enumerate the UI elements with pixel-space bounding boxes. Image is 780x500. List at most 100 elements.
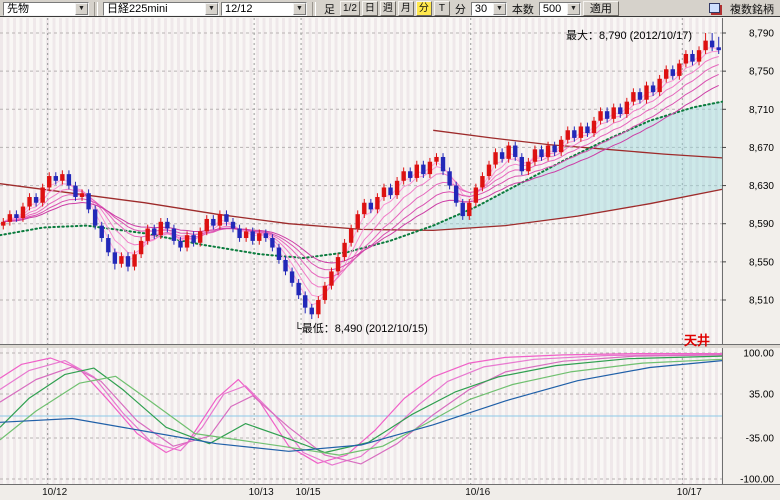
- x-axis-label: 10/12: [38, 487, 72, 498]
- candle-body: [533, 149, 537, 161]
- candle-body: [1, 222, 5, 226]
- candle-body: [559, 140, 563, 152]
- oscillator-chart[interactable]: 100.0035.00-35.00-100.00: [0, 348, 780, 484]
- candle-body: [690, 54, 694, 62]
- price-axis-label: 8,710: [749, 105, 774, 116]
- dropdown-arrow-icon[interactable]: ▼: [205, 3, 218, 15]
- spinner-arrow-icon[interactable]: ▼: [567, 3, 580, 15]
- symbol-select[interactable]: 日経225mini ▼: [103, 2, 219, 16]
- candle-body: [100, 226, 104, 238]
- candle-body: [428, 162, 432, 174]
- candle-body: [572, 130, 576, 138]
- candle-body: [126, 256, 130, 266]
- period-button-half[interactable]: 1/2: [340, 1, 360, 16]
- osc-series-rci-short-2: [0, 354, 722, 465]
- candle-body: [684, 54, 688, 64]
- price-axis-label: 8,590: [749, 219, 774, 230]
- candle-body: [375, 197, 379, 209]
- candle-body: [552, 146, 556, 153]
- chart-area: 10/1210/1310/1510/1610/17 8,7908,7508,71…: [0, 18, 780, 500]
- candle-body: [461, 203, 465, 216]
- candle-body: [592, 121, 596, 133]
- candle-body: [277, 248, 281, 260]
- candle-body: [86, 193, 90, 209]
- osc-axis-label: 100.00: [743, 349, 774, 360]
- candle-body: [113, 252, 117, 263]
- candle-body: [618, 107, 622, 114]
- candle-body: [651, 85, 655, 92]
- candle-body: [513, 146, 517, 157]
- candle-body: [671, 69, 675, 76]
- candle-body: [382, 187, 386, 197]
- candle-body: [165, 222, 169, 229]
- candle-body: [40, 187, 44, 202]
- candle-body: [421, 165, 425, 175]
- candle-body: [506, 146, 510, 159]
- period-button-tick[interactable]: T: [434, 1, 450, 16]
- candle-body: [316, 300, 320, 314]
- spinner-arrow-icon[interactable]: ▼: [493, 3, 506, 15]
- bar-count-label: 本数: [509, 1, 537, 17]
- session-high-annotation: 最大：8,790 (2012/10/17): [566, 27, 692, 43]
- candle-body: [585, 126, 589, 133]
- candle-body: [657, 79, 661, 92]
- candle-body: [244, 231, 248, 238]
- candle-body: [264, 233, 268, 238]
- candle-body: [526, 162, 530, 172]
- candle-body: [546, 146, 550, 157]
- interval-input[interactable]: 30 ▼: [471, 2, 507, 16]
- period-button-month[interactable]: 月: [398, 1, 414, 16]
- candle-body: [224, 214, 228, 222]
- candle-body: [191, 235, 195, 243]
- candle-body: [257, 233, 261, 241]
- bar-count-value: 500: [540, 3, 567, 15]
- dropdown-arrow-icon[interactable]: ▼: [75, 3, 88, 15]
- main-chart[interactable]: 8,7908,7508,7108,6708,6308,5908,5508,510: [0, 18, 780, 348]
- candle-body: [27, 197, 31, 207]
- dropdown-arrow-icon[interactable]: ▼: [293, 3, 306, 15]
- candle-body: [480, 176, 484, 187]
- candle-body: [598, 111, 602, 121]
- price-axis-label: 8,630: [749, 181, 774, 192]
- osc-series-rci-short-1: [0, 354, 722, 464]
- candle-body: [664, 69, 668, 79]
- candle-body: [467, 203, 471, 216]
- candle-body: [54, 176, 58, 181]
- candle-body: [717, 47, 721, 50]
- candle-body: [697, 50, 701, 61]
- candle-body: [205, 219, 209, 231]
- symbol-select-value: 日経225mini: [104, 3, 205, 15]
- candle-body: [178, 241, 182, 248]
- candle-body: [342, 243, 346, 257]
- candle-body: [119, 256, 123, 264]
- apply-button[interactable]: 適用: [583, 1, 619, 16]
- candle-body: [500, 152, 504, 159]
- candle-body: [139, 241, 143, 254]
- candle-body: [172, 228, 176, 240]
- multi-symbol-button[interactable]: 複数銘柄: [727, 1, 777, 17]
- candle-body: [310, 308, 314, 315]
- bar-count-input[interactable]: 500 ▼: [539, 2, 581, 16]
- candle-body: [231, 222, 235, 229]
- candle-body: [415, 165, 419, 178]
- market-select[interactable]: 先物 ▼: [3, 2, 89, 16]
- candle-body: [677, 64, 681, 76]
- candle-body: [605, 111, 609, 119]
- candle-body: [106, 238, 110, 252]
- candle-body: [369, 203, 373, 210]
- chart-application: 先物 ▼ 日経225mini ▼ 12/12 ▼ 足 1/2 日 週 月 分 T…: [0, 0, 780, 17]
- period-button-minute[interactable]: 分: [416, 1, 432, 16]
- period-button-day[interactable]: 日: [362, 1, 378, 16]
- period-button-week[interactable]: 週: [380, 1, 396, 16]
- candle-body: [441, 157, 445, 171]
- toolbar: 先物 ▼ 日経225mini ▼ 12/12 ▼ 足 1/2 日 週 月 分 T…: [0, 0, 780, 17]
- contract-month-select[interactable]: 12/12 ▼: [221, 2, 307, 16]
- x-axis-label: 10/17: [672, 487, 706, 498]
- candle-body: [349, 228, 353, 242]
- candle-body: [395, 181, 399, 195]
- candle-body: [296, 283, 300, 295]
- candle-body: [80, 193, 84, 197]
- session-low-annotation: └最低：8,490 (2012/10/15): [294, 320, 428, 336]
- candle-body: [47, 176, 51, 187]
- price-axis-label: 8,790: [749, 29, 774, 40]
